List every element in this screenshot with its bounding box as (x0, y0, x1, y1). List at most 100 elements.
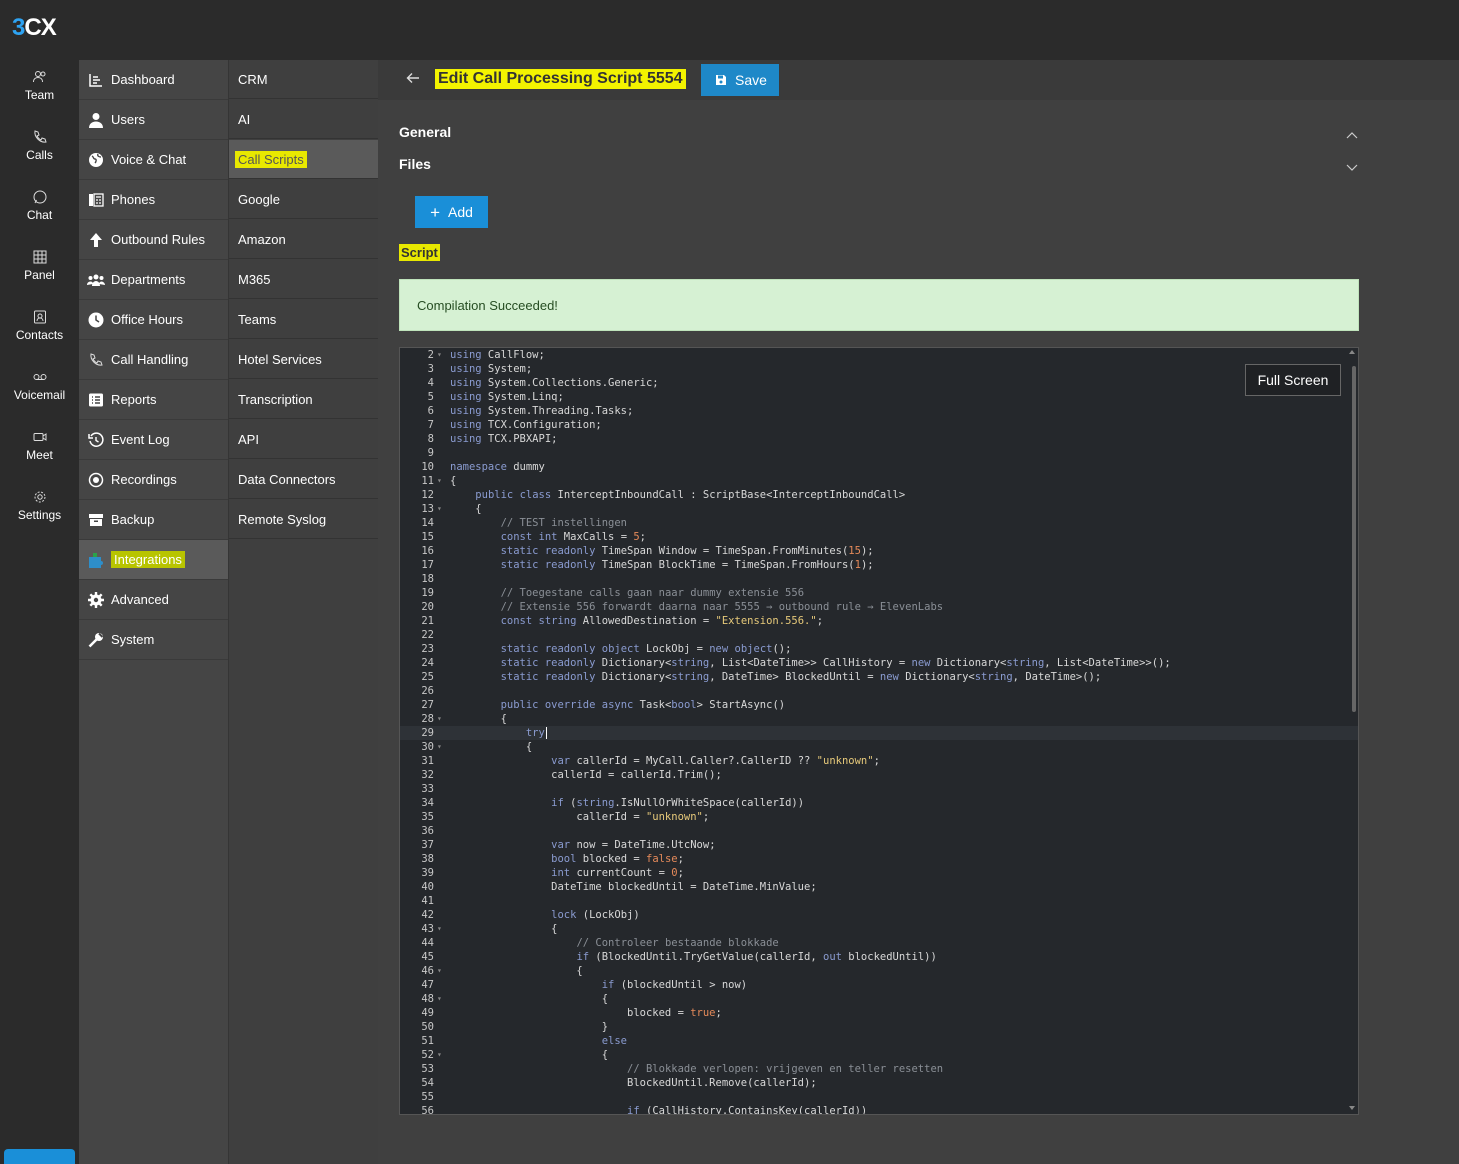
rail-item-voicemail[interactable]: Voicemail (0, 360, 79, 420)
menu-item-dashboard[interactable]: Dashboard (79, 60, 228, 100)
code-line: 56 if (CallHistory.ContainsKey(callerId)… (400, 1104, 1358, 1115)
chevron-up-icon[interactable] (1346, 126, 1358, 144)
menu-item-office-hours[interactable]: Office Hours (79, 300, 228, 340)
dashboard-icon (85, 72, 107, 88)
submenu-item-label: API (238, 431, 259, 447)
3cx-logo[interactable]: 3CX (12, 14, 57, 42)
grid-icon (0, 249, 79, 265)
line-number: 9 (427, 447, 434, 459)
code-text: using System.Threading.Tasks; (450, 405, 634, 417)
menu-item-phones[interactable]: Phones (79, 180, 228, 220)
menu-item-backup[interactable]: Backup (79, 500, 228, 540)
scroll-up-arrow[interactable] (1349, 350, 1355, 354)
menu-item-system[interactable]: System (79, 620, 228, 660)
chevron-down-icon[interactable] (1346, 159, 1358, 177)
globe-icon (85, 152, 107, 168)
menu-item-call-handling[interactable]: Call Handling (79, 340, 228, 380)
rail-item-chat[interactable]: Chat (0, 180, 79, 240)
code-line: 27 public override async Task<bool> Star… (400, 698, 1358, 712)
save-button[interactable]: Save (701, 64, 779, 96)
code-text: using System; (450, 363, 533, 375)
code-line: 14 // TEST instellingen (400, 516, 1358, 530)
code-line: 13 ▾ { (400, 502, 1358, 516)
back-arrow-icon[interactable] (406, 71, 420, 90)
submenu-item-m365[interactable]: M365 (229, 260, 379, 299)
submenu-item-crm[interactable]: CRM (229, 60, 379, 99)
plus-icon: + (430, 202, 440, 222)
menu-item-label: Backup (111, 512, 155, 527)
code-text: // Controleer bestaande blokkade (576, 937, 779, 949)
line-number: 53 (421, 1063, 434, 1075)
code-line: 51 else (400, 1034, 1358, 1048)
line-number: 56 (421, 1105, 434, 1115)
editor-scrollbar[interactable] (1352, 366, 1356, 712)
rail-item-settings[interactable]: Settings (0, 480, 79, 540)
fold-arrow-icon[interactable]: ▾ (437, 1048, 442, 1062)
code-line: 20 // Extensie 556 forwardt daarna naar … (400, 600, 1358, 614)
rail-item-team[interactable]: Team (0, 60, 79, 120)
code-text: const int MaxCalls = 5; (500, 531, 646, 543)
menu-item-outbound-rules[interactable]: Outbound Rules (79, 220, 228, 260)
code-editor[interactable]: 2 ▾ using CallFlow; 3 using System; 4 using Sy… (399, 347, 1359, 1115)
line-number: 18 (421, 573, 434, 585)
submenu-item-teams[interactable]: Teams (229, 300, 379, 339)
rail-item-meet[interactable]: Meet (0, 420, 79, 480)
code-text: if (blockedUntil > now) (601, 979, 748, 991)
fold-arrow-icon[interactable]: ▾ (437, 712, 442, 726)
rail-item-contacts[interactable]: Contacts (0, 300, 79, 360)
menu-item-departments[interactable]: Departments (79, 260, 228, 300)
menu-item-label: Advanced (111, 592, 169, 607)
menu-item-reports[interactable]: Reports (79, 380, 228, 420)
menu-item-advanced[interactable]: Advanced (79, 580, 228, 620)
submenu-item-remote-syslog[interactable]: Remote Syslog (229, 500, 379, 539)
submenu-item-ai[interactable]: AI (229, 100, 379, 139)
rail-item-calls[interactable]: Calls (0, 120, 79, 180)
menu-item-users[interactable]: Users (79, 100, 228, 140)
add-file-button[interactable]: + Add (415, 196, 488, 228)
section-general[interactable]: General (399, 124, 451, 140)
code-line: 37 var now = DateTime.UtcNow; (400, 838, 1358, 852)
submenu-item-call-scripts[interactable]: Call Scripts (229, 140, 379, 179)
submenu-item-transcription[interactable]: Transcription (229, 380, 379, 419)
menu-item-voice-chat[interactable]: Voice & Chat (79, 140, 228, 180)
menu-item-event-log[interactable]: Event Log (79, 420, 228, 460)
line-number: 41 (421, 895, 434, 907)
submenu-item-api[interactable]: API (229, 420, 379, 459)
full-screen-button[interactable]: Full Screen (1245, 364, 1341, 396)
code-text: using System.Linq; (450, 391, 564, 403)
submenu-item-label: Transcription (238, 391, 313, 407)
code-line: 23 static readonly object LockObj = new … (400, 642, 1358, 656)
fold-arrow-icon[interactable]: ▾ (437, 922, 442, 936)
code-text: { (450, 475, 457, 487)
code-line: 30 ▾ { (400, 740, 1358, 754)
submenu-item-amazon[interactable]: Amazon (229, 220, 379, 259)
code-text: callerId = "unknown"; (450, 811, 710, 823)
line-number: 6 (427, 405, 434, 417)
code-line: 10 namespace dummy (400, 460, 1358, 474)
history-icon (85, 431, 107, 448)
fold-arrow-icon[interactable]: ▾ (437, 474, 442, 488)
code-line: 49 blocked = true; (400, 1006, 1358, 1020)
rail-bottom-button[interactable] (4, 1149, 75, 1164)
submenu-item-hotel-services[interactable]: Hotel Services (229, 340, 379, 379)
fold-arrow-icon[interactable]: ▾ (437, 964, 442, 978)
rail-item-label: Panel (24, 268, 55, 282)
fold-arrow-icon[interactable]: ▾ (437, 502, 442, 516)
submenu-item-google[interactable]: Google (229, 180, 379, 219)
line-number: 54 (421, 1077, 434, 1089)
line-number: 25 (421, 671, 434, 683)
submenu-item-data-connectors[interactable]: Data Connectors (229, 460, 379, 499)
menu-item-integrations[interactable]: Integrations (79, 540, 228, 580)
line-number: 48 (421, 993, 434, 1005)
integrations-submenu: CRM AI Call Scripts Google Amazon M365 Teams Ho… (228, 60, 379, 1164)
code-text: var now = DateTime.UtcNow; (551, 839, 716, 851)
rail-item-panel[interactable]: Panel (0, 240, 79, 300)
code-line: 17 static readonly TimeSpan BlockTime = … (400, 558, 1358, 572)
scroll-down-arrow[interactable] (1349, 1106, 1355, 1110)
fold-arrow-icon[interactable]: ▾ (437, 348, 442, 362)
submenu-item-label: Teams (238, 311, 277, 327)
section-files[interactable]: Files (399, 156, 431, 172)
menu-item-recordings[interactable]: Recordings (79, 460, 228, 500)
fold-arrow-icon[interactable]: ▾ (437, 740, 442, 754)
fold-arrow-icon[interactable]: ▾ (437, 992, 442, 1006)
